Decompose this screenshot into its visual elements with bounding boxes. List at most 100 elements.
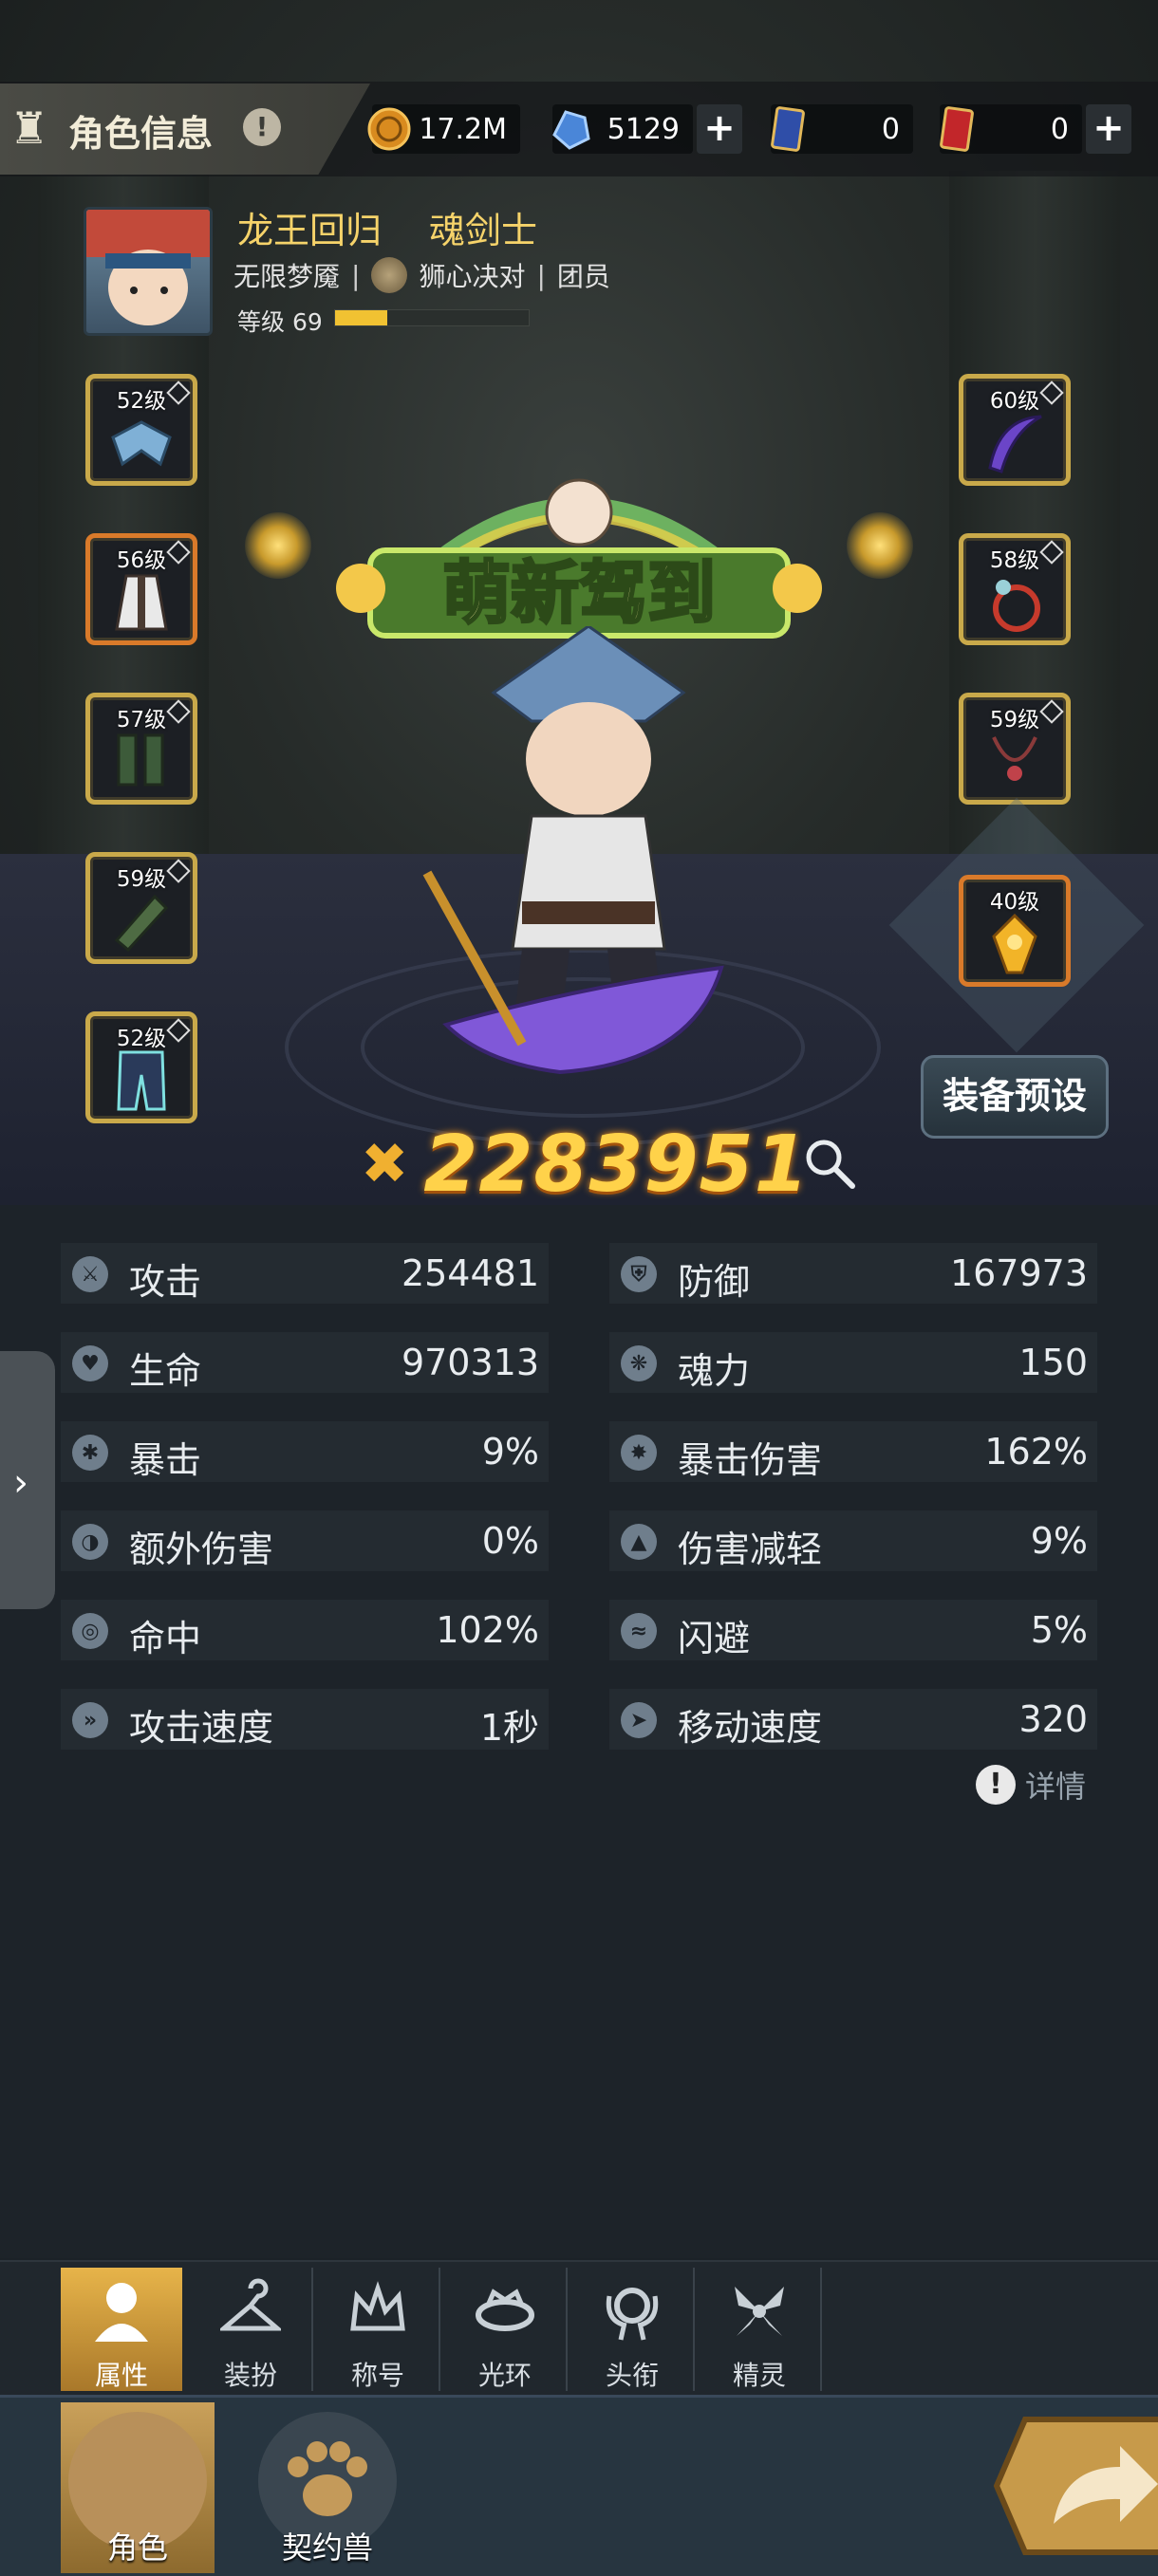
stat-value: 9% xyxy=(481,1431,539,1473)
chevron-right-icon: › xyxy=(13,1461,28,1505)
stat-label: 伤害减轻 xyxy=(678,1529,823,1570)
combat-power: ✖ 2283951 xyxy=(361,1120,810,1210)
nav-label: 契约兽 xyxy=(281,2530,373,2566)
stat-value: 150 xyxy=(1018,1342,1088,1383)
stat-value: 9% xyxy=(1030,1520,1088,1562)
person-icon xyxy=(95,2283,148,2342)
stat-label: 暴击伤害 xyxy=(678,1439,823,1481)
crystal-icon xyxy=(545,102,594,156)
tab-label: 光环 xyxy=(477,2360,532,2391)
guild-emblem-icon xyxy=(371,257,408,293)
nav-character[interactable]: 角色 xyxy=(61,2402,215,2573)
stat-row-hit: ◎ 命中 102% xyxy=(61,1600,549,1660)
tab-label: 装扮 xyxy=(223,2360,277,2391)
exclamation-icon: ! xyxy=(976,1765,1016,1805)
helmet-icon: ♜ xyxy=(9,102,49,154)
separator: | xyxy=(536,259,546,291)
stat-value: 0% xyxy=(481,1520,539,1562)
crystal-resource: 5129 xyxy=(552,104,693,154)
stat-label: 闪避 xyxy=(678,1618,751,1659)
stat-label: 攻击速度 xyxy=(129,1707,274,1749)
search-icon[interactable] xyxy=(799,1133,860,1194)
stat-row-damage-reduction: ▲ 伤害减轻 9% xyxy=(609,1510,1097,1571)
equip-slot-left-3[interactable]: 57级 xyxy=(85,693,197,805)
tab-rank[interactable]: 头衔 xyxy=(571,2268,695,2391)
sword-icon: ⚔ xyxy=(72,1256,108,1292)
hanger-icon xyxy=(220,2278,281,2331)
stat-label: 移动速度 xyxy=(678,1707,823,1749)
crown-icon xyxy=(350,2281,405,2331)
stat-row-hp: ♥ 生命 970313 xyxy=(61,1332,549,1393)
torch-light xyxy=(847,512,913,579)
tab-title[interactable]: 称号 xyxy=(317,2268,440,2391)
guild-name[interactable]: 狮心决对 xyxy=(419,256,525,294)
player-class: 魂剑士 xyxy=(429,210,538,251)
nav-label: 角色 xyxy=(106,2530,168,2566)
crit-damage-icon: ✸ xyxy=(621,1435,657,1471)
stat-label: 魂力 xyxy=(678,1350,751,1392)
halo-icon xyxy=(476,2289,534,2331)
stat-value: 320 xyxy=(1018,1698,1088,1740)
forward-arrow-icon[interactable] xyxy=(987,2410,1158,2562)
tab-label: 精灵 xyxy=(732,2360,786,2391)
title-banner: 萌新驾到 xyxy=(336,478,822,639)
shoulder-armor-icon xyxy=(111,420,172,467)
pants-icon xyxy=(117,1050,166,1111)
tab-label: 称号 xyxy=(350,2360,404,2391)
stat-value: 102% xyxy=(436,1609,539,1651)
avatar[interactable] xyxy=(84,207,213,336)
move-speed-icon: ➤ xyxy=(621,1702,657,1738)
stat-row-defense: ⛨ 防御 167973 xyxy=(609,1243,1097,1304)
gold-card-value: 0 xyxy=(1050,113,1069,146)
shield-icon: ⛨ xyxy=(621,1256,657,1292)
heart-icon: ♥ xyxy=(72,1345,108,1381)
target-icon: ◎ xyxy=(72,1613,108,1649)
stat-value: 254481 xyxy=(401,1252,539,1294)
tab-attributes[interactable]: 属性 xyxy=(61,2268,182,2391)
side-expand-tab[interactable]: › xyxy=(0,1351,55,1609)
stat-label: 攻击 xyxy=(129,1261,202,1303)
nav-contract-beast[interactable]: 契约兽 xyxy=(251,2402,404,2573)
add-gold-card-button[interactable]: + xyxy=(1086,104,1131,154)
equip-slot-left-4[interactable]: 59级 xyxy=(85,852,197,964)
equip-slot-right-4[interactable]: 40级 xyxy=(959,875,1071,987)
equip-slot-right-2[interactable]: 58级 xyxy=(959,533,1071,645)
player-affiliation: 无限梦魇 | 狮心决对 | 团员 xyxy=(233,256,610,294)
attack-speed-icon: » xyxy=(72,1702,108,1738)
page-title: 角色信息 xyxy=(68,113,214,155)
gold-card-resource: 0 xyxy=(940,104,1082,154)
stat-value: 970313 xyxy=(401,1342,539,1383)
separator: | xyxy=(351,259,361,291)
equip-slot-right-1[interactable]: 60级 xyxy=(959,374,1071,486)
stat-row-move-speed: ➤ 移动速度 320 xyxy=(609,1689,1097,1750)
equip-slot-left-2[interactable]: 56级 xyxy=(85,533,197,645)
bracer-icon xyxy=(114,894,169,953)
equipment-preset-button[interactable]: 装备预设 xyxy=(921,1055,1109,1139)
add-crystal-button[interactable]: + xyxy=(697,104,742,154)
blue-card-value: 0 xyxy=(881,113,900,146)
level-progress-bar xyxy=(334,309,530,326)
realm-label: 无限梦魇 xyxy=(233,261,341,292)
equip-slot-left-5[interactable]: 52级 xyxy=(85,1011,197,1123)
tab-aura[interactable]: 光环 xyxy=(444,2268,568,2391)
soul-power-icon: ❋ xyxy=(621,1345,657,1381)
stat-row-soul-power: ❋ 魂力 150 xyxy=(609,1332,1097,1393)
tab-label: 属性 xyxy=(94,2360,148,2391)
details-link[interactable]: ! 详情 xyxy=(976,1763,1086,1807)
stat-row-extra-damage: ◑ 额外伤害 0% xyxy=(61,1510,549,1571)
level-progress-fill xyxy=(335,310,388,325)
ring-icon xyxy=(993,580,1040,632)
stat-label: 额外伤害 xyxy=(129,1529,274,1570)
combat-power-icon: ✖ xyxy=(361,1131,409,1197)
tab-spirit[interactable]: 精灵 xyxy=(699,2268,822,2391)
tab-outfit[interactable]: 装扮 xyxy=(190,2268,313,2391)
stat-row-attack: ⚔ 攻击 254481 xyxy=(61,1243,549,1304)
title-plate: ♜ 角色信息 ! xyxy=(0,83,370,175)
equip-slot-right-3[interactable]: 59级 xyxy=(959,693,1071,805)
equip-slot-left-1[interactable]: 52级 xyxy=(85,374,197,486)
stat-row-attack-speed: » 攻击速度 1秒 xyxy=(61,1689,549,1750)
stat-row-crit-damage: ✸ 暴击伤害 162% xyxy=(609,1421,1097,1482)
gold-value: 17.2M xyxy=(419,113,507,146)
scythe-icon xyxy=(988,415,1042,473)
info-icon[interactable]: ! xyxy=(243,108,281,146)
